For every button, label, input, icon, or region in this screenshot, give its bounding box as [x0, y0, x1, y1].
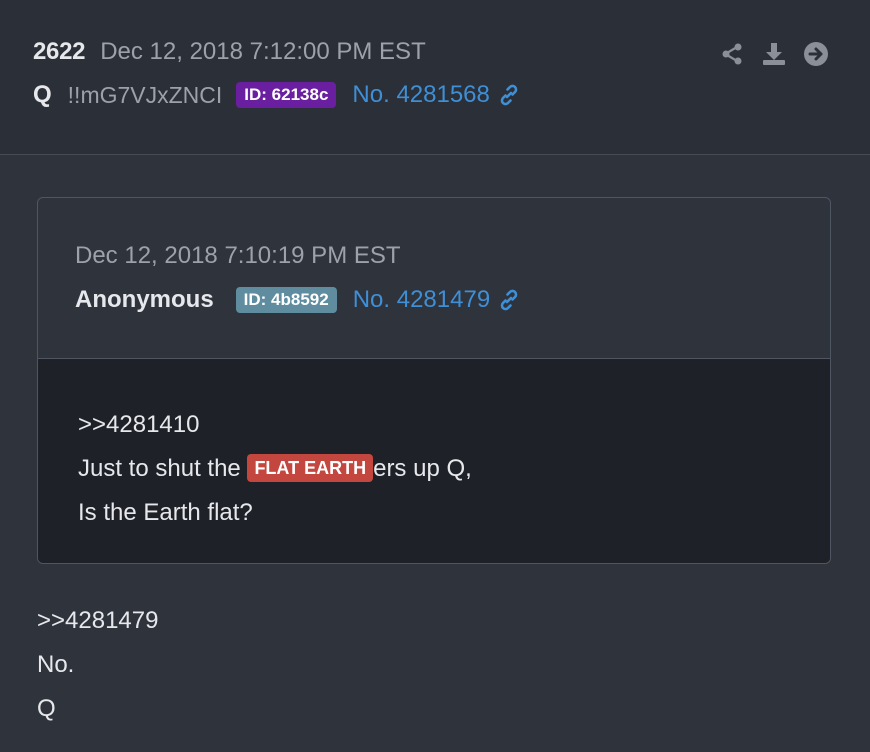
- reply-ref[interactable]: >>4281479: [37, 599, 158, 643]
- quoted-reply-ref[interactable]: >>4281410: [78, 403, 472, 447]
- reply-text: >>4281479 No. Q: [37, 599, 158, 731]
- quoted-post-text: >>4281410 Just to shut the FLAT EARTH ers…: [78, 403, 472, 535]
- quoted-post-number-link[interactable]: No. 4281479: [353, 286, 521, 314]
- download-icon[interactable]: [760, 40, 788, 68]
- quoted-post-body: >>4281410 Just to shut the FLAT EARTH ers…: [38, 359, 830, 563]
- post-author-row: Q !!mG7VJxZNCI ID: 62138c No. 4281568: [33, 81, 521, 109]
- post-id-badge: ID: 62138c: [236, 82, 337, 108]
- quoted-id-badge: ID: 4b8592: [235, 287, 337, 313]
- post-author: Q: [33, 81, 52, 108]
- reply-line-3: Q: [37, 695, 56, 722]
- post-actions: [718, 40, 830, 68]
- quoted-text-pre: Just to shut the: [78, 455, 248, 482]
- post-header: 2622 Dec 12, 2018 7:12:00 PM EST Q !!mG7…: [0, 0, 870, 155]
- flat-earth-tag: FLAT EARTH: [247, 454, 374, 482]
- post-meta-row: 2622 Dec 12, 2018 7:12:00 PM EST: [33, 38, 426, 66]
- quoted-author-row: Anonymous ID: 4b8592 No. 4281479: [75, 286, 521, 314]
- quoted-text-line: Just to shut the FLAT EARTH ers up Q,: [78, 447, 472, 491]
- post-number-link[interactable]: No. 4281568: [352, 81, 520, 109]
- post-tripcode: !!mG7VJxZNCI: [67, 81, 223, 108]
- share-icon[interactable]: [718, 40, 746, 68]
- quoted-text-post: ers up Q,: [373, 455, 472, 482]
- link-icon: [497, 83, 521, 107]
- quoted-post-author: Anonymous: [75, 286, 214, 313]
- quoted-text-question: Is the Earth flat?: [78, 499, 253, 526]
- quoted-post-header: Dec 12, 2018 7:10:19 PM EST Anonymous ID…: [38, 198, 830, 359]
- post-number: 2622: [33, 38, 86, 65]
- quoted-post-card: Dec 12, 2018 7:10:19 PM EST Anonymous ID…: [37, 197, 831, 564]
- arrow-circle-right-icon[interactable]: [802, 40, 830, 68]
- post-number-link-label: No. 4281568: [352, 81, 490, 108]
- link-icon: [497, 288, 521, 312]
- quoted-post-number-link-label: No. 4281479: [352, 286, 491, 313]
- reply-line-2: No.: [37, 651, 75, 678]
- post-date: Dec 12, 2018 7:12:00 PM EST: [100, 38, 426, 65]
- quoted-post-date: Dec 12, 2018 7:10:19 PM EST: [75, 242, 401, 269]
